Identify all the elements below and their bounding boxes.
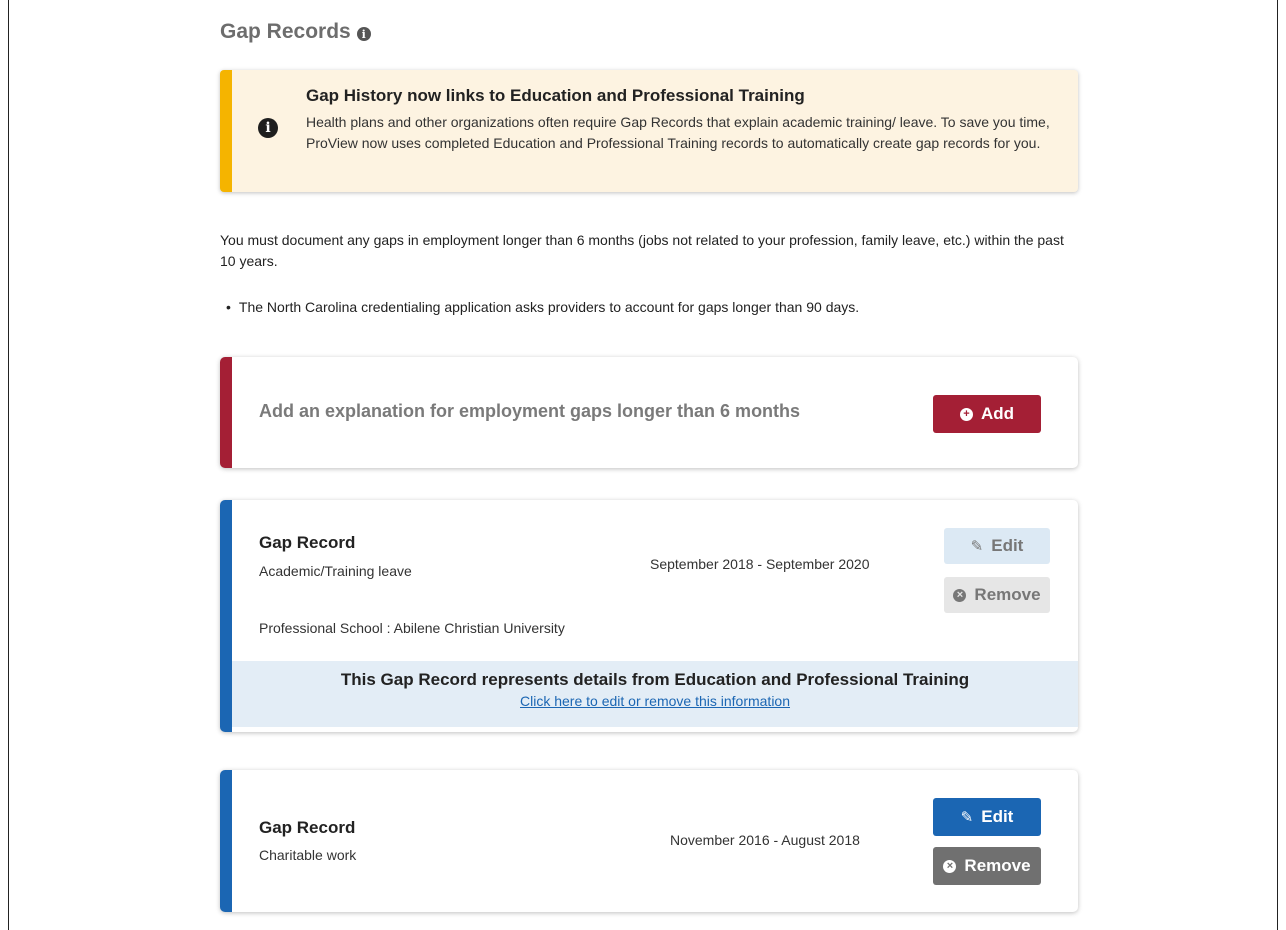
linked-record-message: This Gap Record represents details from …: [340, 670, 970, 689]
info-circle-icon: i: [258, 118, 278, 138]
gap-record-detail: Professional School : Abilene Christian …: [259, 620, 565, 636]
gap-record-title: Gap Record: [259, 818, 356, 837]
remove-button-label: Remove: [974, 585, 1041, 604]
edit-button-label: Edit: [991, 536, 1024, 555]
pencil-icon: ✎: [970, 538, 984, 555]
linked-record-footer: This Gap Record represents details from …: [232, 661, 1078, 727]
gap-record-type: Charitable work: [259, 847, 357, 863]
info-notice: i Gap History now links to Education and…: [220, 70, 1078, 192]
edit-button[interactable]: ✎ Edit: [933, 798, 1041, 836]
remove-button-disabled: × Remove: [944, 577, 1050, 613]
remove-button-label: Remove: [964, 856, 1031, 875]
add-button-label: Add: [980, 404, 1015, 423]
intro-text: You must document any gaps in employment…: [220, 232, 1064, 269]
remove-button[interactable]: × Remove: [933, 847, 1041, 885]
gap-record-title: Gap Record: [259, 533, 356, 552]
add-gap-prompt: Add an explanation for employment gaps l…: [259, 401, 801, 421]
gap-record-dates: September 2018 - September 2020: [650, 556, 870, 572]
plus-circle-icon: +: [959, 407, 973, 421]
gap-record-type: Academic/Training leave: [259, 563, 412, 579]
requirement-bullet: • The North Carolina credentialing appli…: [226, 299, 859, 315]
gap-record-card: Gap Record Academic/Training leave Septe…: [220, 500, 1078, 732]
page-title: Gap Records i: [220, 20, 371, 44]
gap-record-dates: November 2016 - August 2018: [670, 832, 860, 848]
notice-body: Health plans and other organizations oft…: [306, 114, 1050, 151]
add-gap-card: Add an explanation for employment gaps l…: [220, 357, 1078, 468]
bullet-text: The North Carolina credentialing applica…: [238, 299, 860, 315]
edit-button-disabled: ✎ Edit: [944, 528, 1050, 564]
edit-education-link[interactable]: Click here to edit or remove this inform…: [520, 693, 790, 709]
info-circle-icon[interactable]: i: [356, 27, 371, 41]
notice-title: Gap History now links to Education and P…: [306, 86, 805, 105]
pencil-icon: ✎: [960, 809, 974, 826]
page-title-text: Gap Records: [220, 20, 351, 43]
edit-button-label: Edit: [981, 807, 1014, 826]
remove-circle-icon: ×: [943, 859, 957, 873]
remove-circle-icon: ×: [953, 588, 967, 602]
add-button[interactable]: + Add: [933, 395, 1041, 433]
gap-record-card: Gap Record Charitable work November 2016…: [220, 770, 1078, 912]
bullet-dot: •: [226, 299, 231, 315]
